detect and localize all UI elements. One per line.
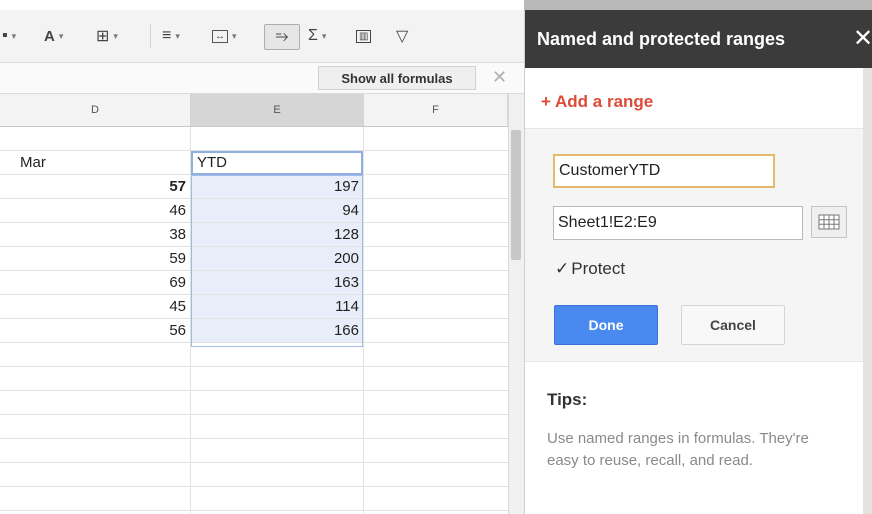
cell-e[interactable]: 200 (191, 247, 363, 270)
cell-e[interactable]: 166 (191, 319, 363, 342)
cell-d[interactable]: 38 (0, 223, 190, 246)
toolbar-overflow-icon[interactable]: ▪ ▾ (2, 24, 16, 48)
panel-edge (863, 68, 872, 514)
add-range-link[interactable]: + Add a range (541, 92, 653, 112)
protect-label: Protect (571, 259, 626, 278)
table-row (0, 463, 508, 487)
checkmark-icon: ✓ (555, 259, 570, 278)
column-header-f[interactable]: F (364, 94, 508, 126)
table-row: 57 197 (0, 175, 508, 199)
show-all-formulas-button[interactable]: Show all formulas (318, 66, 476, 90)
cell-label-mar[interactable]: Mar (20, 151, 180, 174)
formula-bar: Show all formulas ✕ (0, 63, 524, 94)
table-row (0, 343, 508, 367)
grid-icon (818, 214, 840, 230)
cell-e[interactable]: 114 (191, 295, 363, 318)
align-icon[interactable]: ≡ ▾ (162, 24, 180, 48)
cell-d[interactable]: 45 (0, 295, 190, 318)
table-row: 45 114 (0, 295, 508, 319)
table-row: 56 166 (0, 319, 508, 343)
select-range-icon[interactable] (811, 206, 847, 238)
spreadsheet-area: ▪ ▾ A ▾ ⊞ ▾ ≡ ▾ ↔ ▾ ⥱ Σ ▾ ▥ ▽ Show all formula… (0, 0, 524, 514)
cell-d[interactable]: 69 (0, 271, 190, 294)
filter-icon[interactable]: ▽ (396, 24, 408, 48)
table-row: 46 94 (0, 199, 508, 223)
wrap-text-icon[interactable]: ⥱ (264, 24, 300, 50)
table-row (0, 367, 508, 391)
functions-icon[interactable]: Σ ▾ (308, 24, 326, 48)
cell-grid[interactable]: Mar YTD 57 197 46 94 38 128 59 200 69 16… (0, 127, 508, 514)
text-color-icon[interactable]: A ▾ (44, 24, 63, 48)
cell-e[interactable]: 94 (191, 199, 363, 222)
protect-checkbox[interactable]: ✓ Protect (555, 259, 625, 279)
table-row: 59 200 (0, 247, 508, 271)
toolbar-divider (150, 24, 151, 48)
table-row (0, 391, 508, 415)
tips-heading: Tips: (547, 390, 588, 409)
cell-label-ytd[interactable]: YTD (191, 151, 363, 175)
table-row (0, 127, 508, 151)
table-row (0, 487, 508, 511)
cell-e[interactable]: 163 (191, 271, 363, 294)
table-row (0, 439, 508, 463)
range-form: CustomerYTD Sheet1!E2:E9 ✓ Protect Done … (525, 128, 863, 362)
cancel-button[interactable]: Cancel (681, 305, 785, 345)
table-row: 69 163 (0, 271, 508, 295)
scroll-thumb[interactable] (511, 130, 521, 260)
merge-cells-icon[interactable]: ↔ ▾ (212, 24, 237, 48)
named-ranges-panel: Named and protected ranges ✕ + Add a ran… (524, 10, 872, 514)
column-headers: D E F (0, 94, 508, 127)
column-header-d[interactable]: D (0, 94, 191, 126)
range-reference-input[interactable]: Sheet1!E2:E9 (553, 206, 803, 240)
panel-header: Named and protected ranges ✕ (525, 10, 872, 68)
cell-d[interactable]: 56 (0, 319, 190, 342)
done-button[interactable]: Done (554, 305, 658, 345)
insert-chart-icon[interactable]: ▥ (356, 24, 372, 48)
borders-icon[interactable]: ⊞ ▾ (96, 24, 118, 48)
table-row: 38 128 (0, 223, 508, 247)
cell-e[interactable]: 128 (191, 223, 363, 246)
close-icon[interactable]: ✕ (492, 67, 507, 88)
cell-d[interactable]: 57 (0, 175, 190, 198)
cell-d[interactable]: 46 (0, 199, 190, 222)
cell-d[interactable]: 59 (0, 247, 190, 270)
table-row (0, 415, 508, 439)
table-row: Mar YTD (0, 151, 508, 175)
close-icon[interactable]: ✕ (853, 24, 872, 53)
panel-title: Named and protected ranges (537, 29, 786, 49)
cell-e[interactable]: 197 (191, 175, 363, 198)
toolbar: ▪ ▾ A ▾ ⊞ ▾ ≡ ▾ ↔ ▾ ⥱ Σ ▾ ▥ ▽ (0, 10, 524, 63)
tips-text: Use named ranges in formulas. They're ea… (547, 430, 809, 469)
column-header-e[interactable]: E (191, 94, 364, 126)
vertical-scrollbar[interactable] (508, 94, 524, 514)
range-name-input[interactable]: CustomerYTD (553, 154, 775, 188)
